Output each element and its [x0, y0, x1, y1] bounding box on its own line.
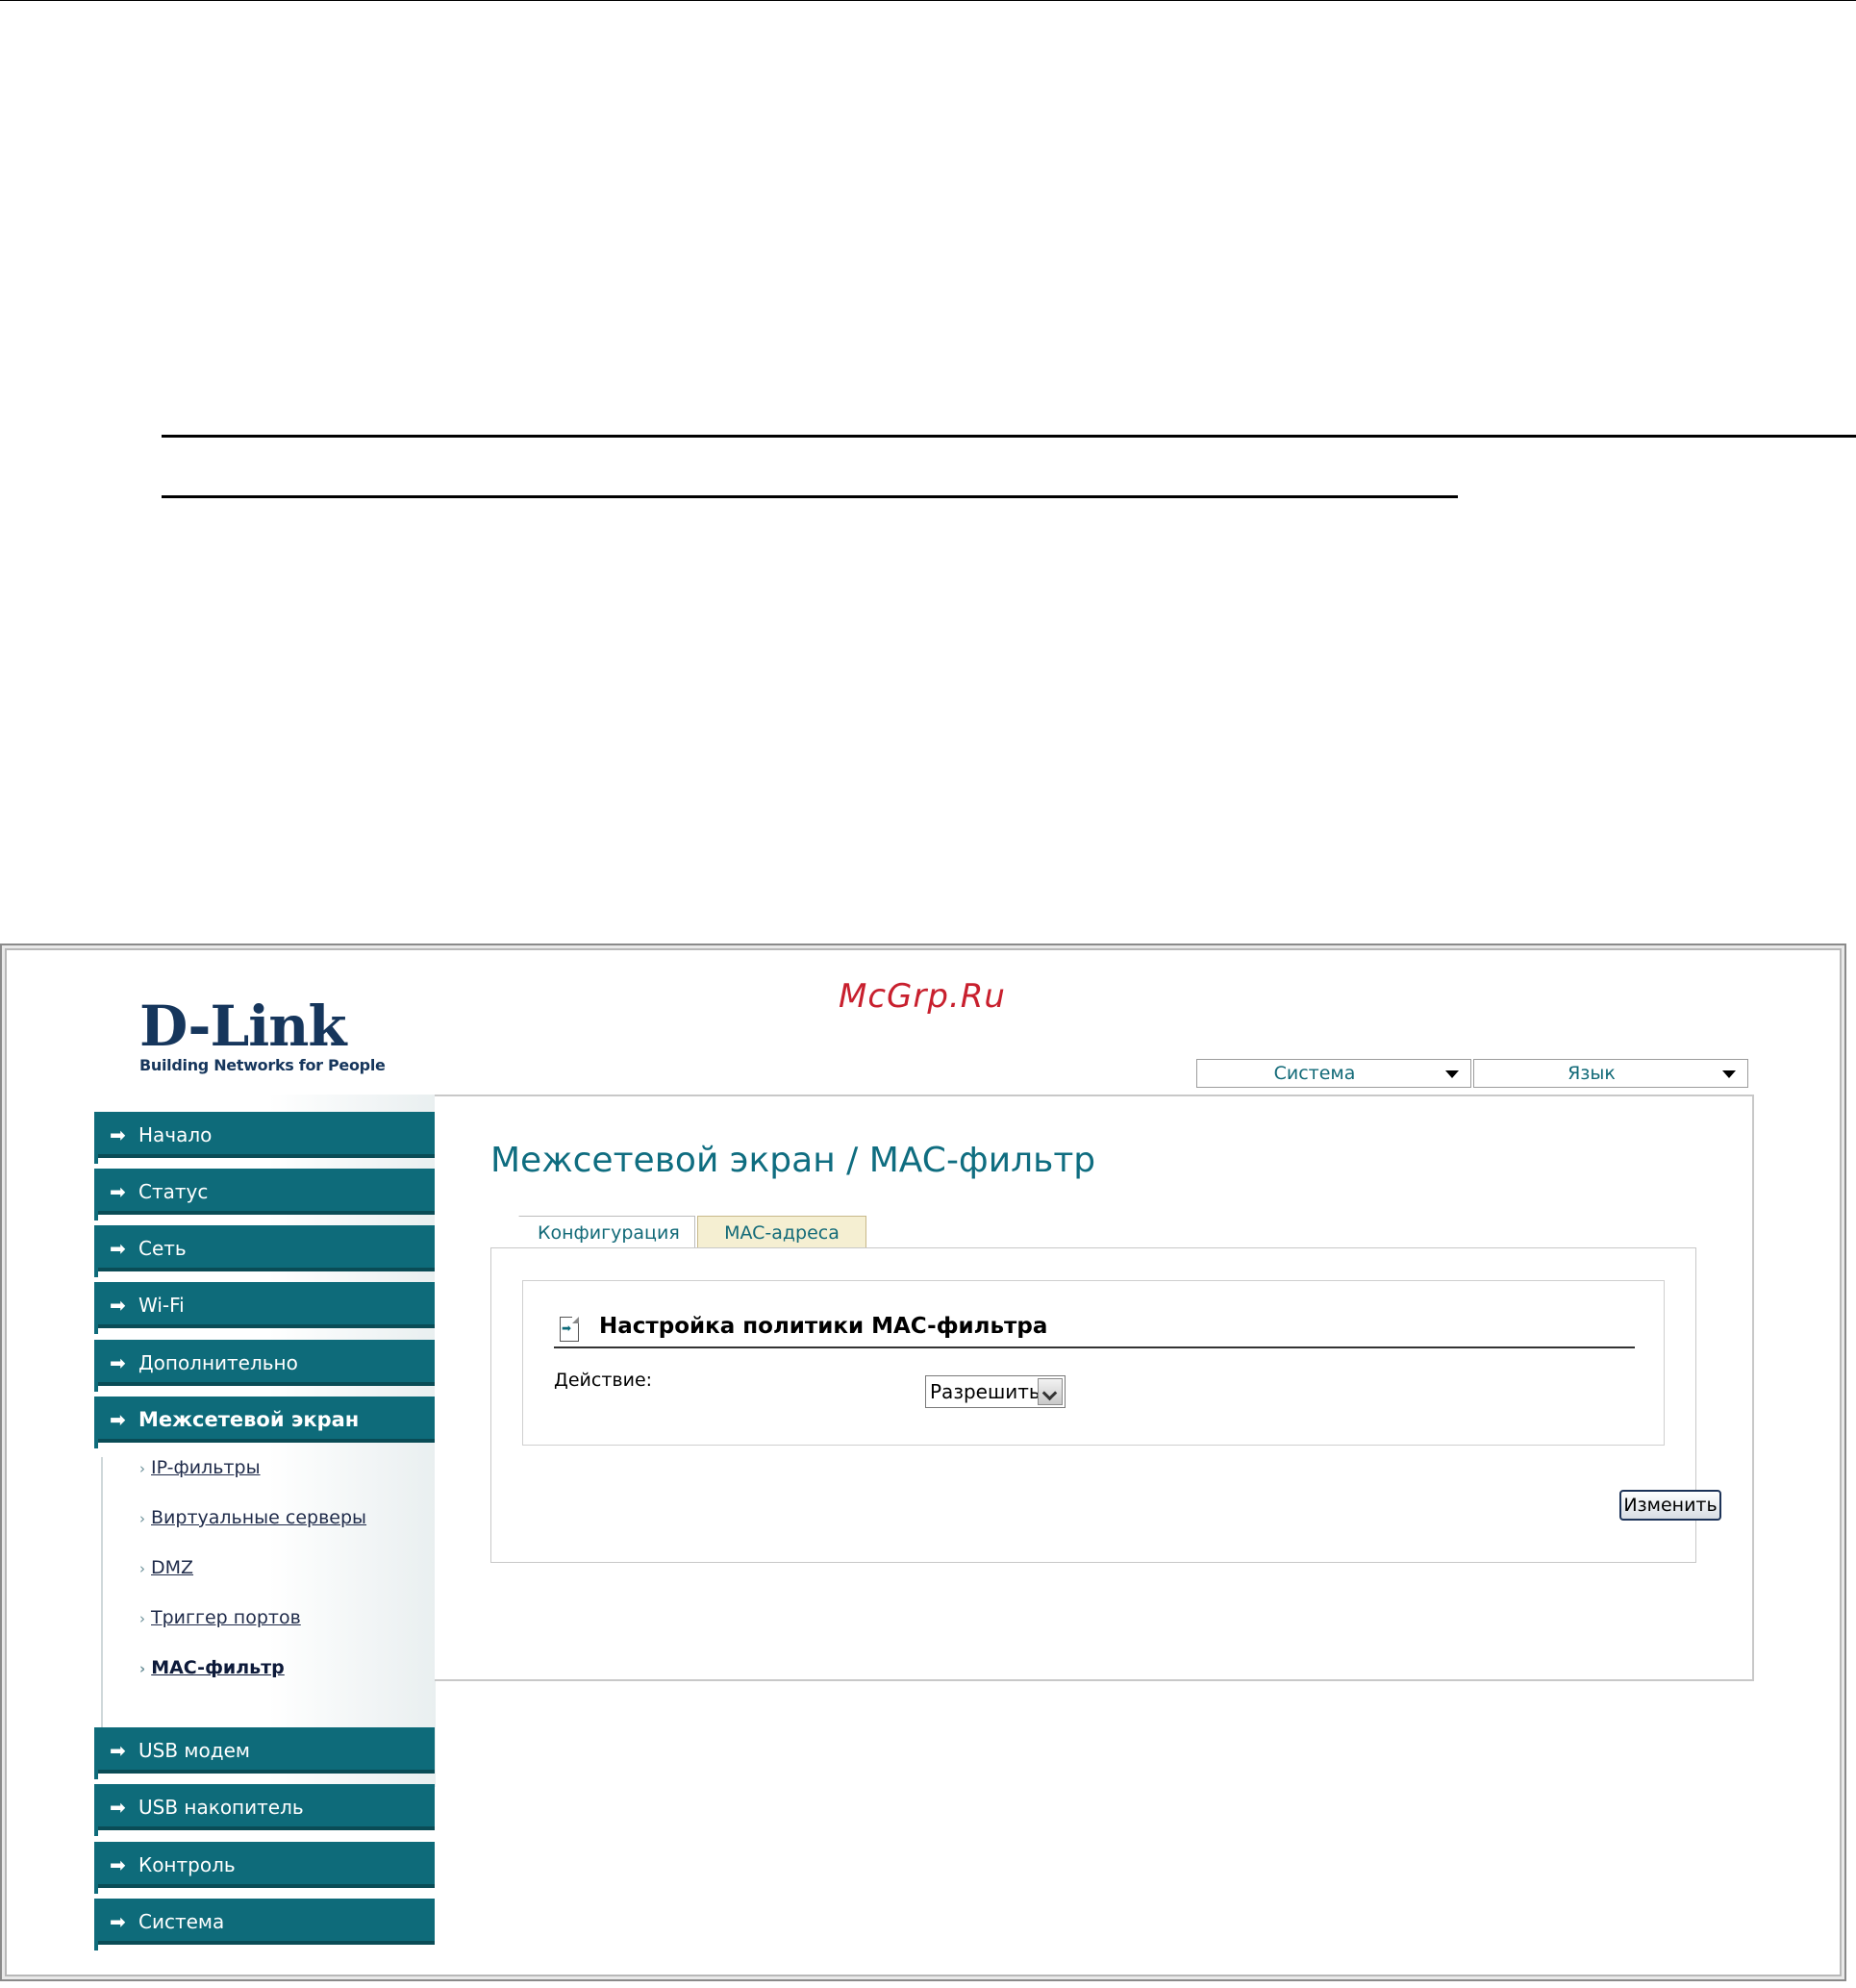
submenu-item-label: Триггер портов — [151, 1607, 301, 1628]
dlink-logo: D-Link Building Networks for People — [139, 998, 386, 1074]
sidebar-item-label: Статус — [138, 1180, 209, 1203]
logo-text: D-Link — [139, 994, 347, 1059]
chevron-down-icon — [1722, 1070, 1736, 1078]
bullet-icon: › — [139, 1560, 145, 1577]
document-top-rule — [0, 0, 1856, 1]
sidebar-item-control[interactable]: ➡ Контроль — [94, 1842, 435, 1894]
tab-panel: ➡ Настройка политики MAC-фильтра Действи… — [490, 1247, 1721, 1563]
page-title: Межсетевой экран / MAC-фильтр — [490, 1141, 1096, 1180]
sidebar-item-label: Wi-Fi — [138, 1294, 185, 1317]
bullet-icon: › — [139, 1510, 145, 1527]
sidebar-item-label: Межсетевой экран — [138, 1408, 360, 1431]
chevron-down-icon[interactable] — [1038, 1378, 1063, 1405]
sidebar-item-firewall[interactable]: ➡ Межсетевой экран — [94, 1397, 435, 1448]
document-underline-2 — [162, 495, 1458, 498]
submenu-item-dmz[interactable]: › DMZ — [139, 1557, 193, 1578]
arrow-right-icon: ➡ — [110, 1237, 126, 1260]
sidebar-item-label: Сеть — [138, 1237, 187, 1260]
action-select[interactable]: Разрешить — [925, 1375, 1066, 1408]
arrow-right-icon: ➡ — [110, 1910, 126, 1933]
bullet-icon: › — [139, 1660, 146, 1677]
language-menu-label: Язык — [1568, 1063, 1616, 1084]
sidebar-item-label: USB накопитель — [138, 1796, 304, 1819]
arrow-right-icon: ➡ — [110, 1180, 126, 1203]
bullet-icon: › — [139, 1460, 145, 1477]
submenu-item-virtual-servers[interactable]: › Виртуальные серверы — [139, 1507, 366, 1528]
sidebar-item-network[interactable]: ➡ Сеть — [94, 1225, 435, 1277]
sidebar-item-start[interactable]: ➡ Начало — [94, 1112, 435, 1164]
system-menu[interactable]: Система — [1196, 1059, 1471, 1088]
watermark: McGrp.Ru — [839, 977, 1006, 1016]
arrow-right-icon: ➡ — [110, 1408, 126, 1431]
language-menu[interactable]: Язык — [1473, 1059, 1748, 1088]
sidebar-item-wifi[interactable]: ➡ Wi-Fi — [94, 1282, 435, 1334]
sidebar-item-advanced[interactable]: ➡ Дополнительно — [94, 1340, 435, 1392]
section-divider — [554, 1346, 1635, 1348]
arrow-right-icon: ➡ — [110, 1294, 126, 1317]
sidebar-item-status[interactable]: ➡ Статус — [94, 1169, 435, 1220]
section-title: Настройка политики MAC-фильтра — [599, 1314, 1048, 1339]
tab-configuration[interactable]: Конфигурация — [490, 1216, 695, 1248]
tab-label: MAC-адреса — [724, 1222, 840, 1244]
arrow-right-icon: ➡ — [110, 1351, 126, 1374]
router-screenshot: D-Link Building Networks for People McGr… — [0, 944, 1846, 1981]
submenu-item-mac-filter[interactable]: › MAC-фильтр — [139, 1657, 285, 1678]
arrow-right-icon: ➡ — [110, 1123, 126, 1146]
action-label: Действие: — [554, 1370, 653, 1391]
document-arrow-icon: ➡ — [560, 1317, 579, 1342]
chevron-down-icon — [1445, 1070, 1459, 1078]
sidebar-item-label: Система — [138, 1910, 225, 1933]
submenu-item-label: IP-фильтры — [151, 1457, 261, 1478]
arrow-right-icon: ➡ — [110, 1796, 126, 1819]
arrow-right-icon: ➡ — [110, 1739, 126, 1762]
submenu-item-label: DMZ — [151, 1557, 194, 1578]
mac-policy-group: ➡ Настройка политики MAC-фильтра Действи… — [522, 1280, 1665, 1446]
firewall-submenu: › IP-фильтры › Виртуальные серверы › DMZ › Т… — [101, 1457, 435, 1750]
submenu-item-ip-filters[interactable]: › IP-фильтры — [139, 1457, 261, 1478]
action-select-value: Разрешить — [930, 1380, 1041, 1403]
arrow-right-icon: ➡ — [110, 1853, 126, 1876]
sidebar-item-label: USB модем — [138, 1739, 250, 1762]
tab-mac-addresses[interactable]: MAC-адреса — [697, 1216, 866, 1248]
sidebar-item-label: Дополнительно — [138, 1351, 298, 1374]
submenu-item-label: Виртуальные серверы — [151, 1507, 367, 1528]
submenu-item-port-trigger[interactable]: › Триггер портов — [139, 1607, 301, 1628]
system-menu-label: Система — [1273, 1063, 1356, 1084]
document-underline-1 — [162, 435, 1856, 438]
logo-tagline: Building Networks for People — [139, 1056, 386, 1074]
sidebar-item-usb-modem[interactable]: ➡ USB модем — [94, 1727, 435, 1779]
bullet-icon: › — [139, 1610, 145, 1627]
sidebar-item-system[interactable]: ➡ Система — [94, 1899, 435, 1950]
main-content: Межсетевой экран / MAC-фильтр Конфигурац… — [435, 1095, 1754, 1681]
sidebar-item-usb-storage[interactable]: ➡ USB накопитель — [94, 1784, 435, 1836]
tab-label: Конфигурация — [538, 1222, 680, 1244]
submenu-item-label: MAC-фильтр — [151, 1657, 285, 1678]
sidebar-item-label: Начало — [138, 1123, 213, 1146]
change-button[interactable]: Изменить — [1619, 1490, 1721, 1521]
sidebar-item-label: Контроль — [138, 1853, 236, 1876]
